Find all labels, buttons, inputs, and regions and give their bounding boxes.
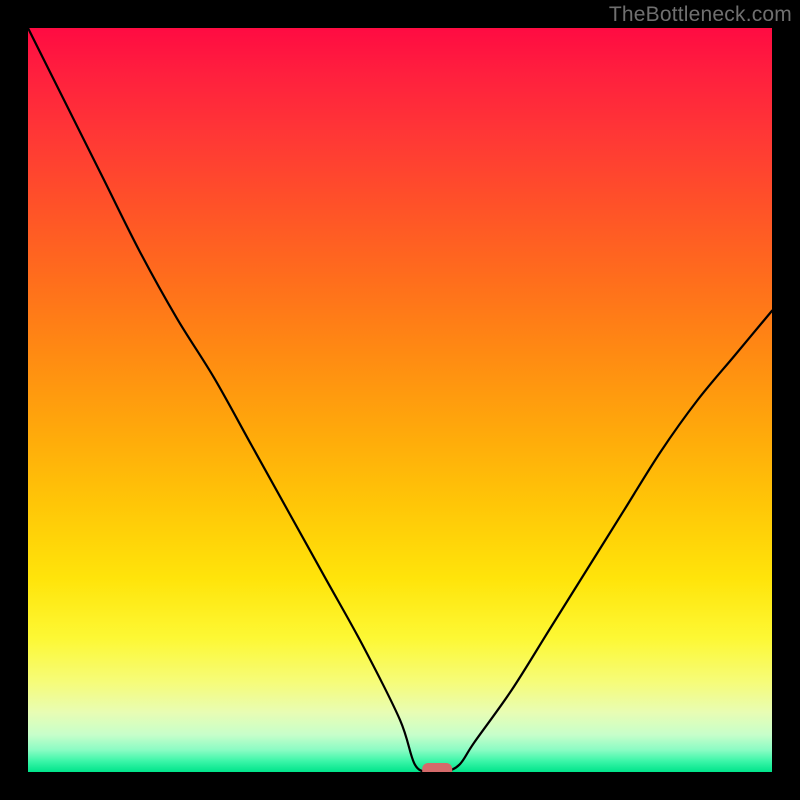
plot-area [28, 28, 772, 772]
chart-svg [28, 28, 772, 772]
optimal-marker [422, 763, 452, 772]
watermark-text: TheBottleneck.com [609, 3, 792, 27]
chart-frame: TheBottleneck.com [0, 0, 800, 800]
bottleneck-curve [28, 28, 772, 772]
